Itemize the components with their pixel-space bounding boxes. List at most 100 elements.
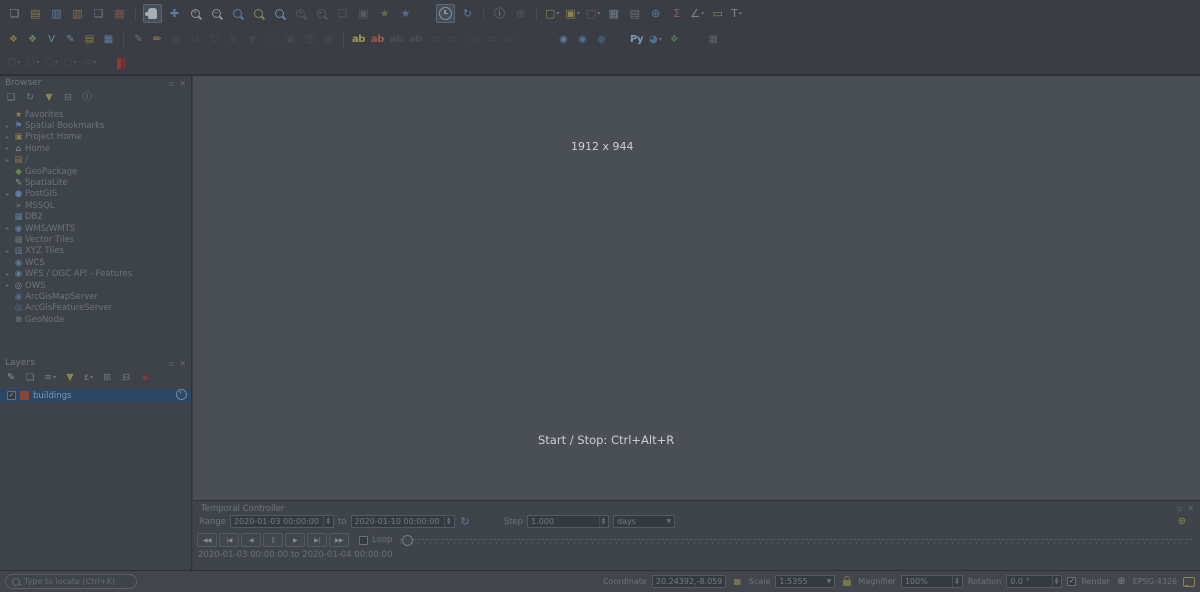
spin-down-icon[interactable]: ▼ [447, 522, 450, 526]
measure-icon[interactable]: ∠▾ [689, 5, 705, 22]
browser-item-arcgismapserver[interactable]: ◉ArcGisMapServer [0, 291, 191, 302]
zoom-in-icon[interactable]: + [187, 5, 204, 22]
browser-item-wfs-ogc-api-features[interactable]: ▸◉WFS / OGC API - Features [0, 268, 191, 279]
map-tips-icon[interactable]: ▭ [709, 5, 726, 22]
jump-to-end-button[interactable]: ▶▶ [329, 533, 349, 547]
panel-splitter[interactable]: ··· [0, 349, 191, 356]
magnifier-input[interactable]: 100% ▲▼ [901, 575, 963, 588]
save-edits-icon[interactable]: ▥ [169, 32, 184, 47]
collapse-all-layers-icon[interactable]: ⊟ [120, 372, 132, 384]
spin-down-icon[interactable]: ▼ [326, 522, 329, 526]
text-annotation-icon[interactable]: T▾ [730, 5, 743, 22]
processing-toolbox-icon[interactable]: ⊛ [647, 5, 664, 22]
render-checkbox[interactable]: ✓ [1067, 577, 1076, 586]
browser-item-home[interactable]: ▸⌂Home [0, 143, 191, 154]
coordinate-input[interactable]: 20.24392,-8.05971 [652, 575, 726, 588]
pin-labels-icon[interactable]: ab [389, 32, 404, 47]
jump-to-start-button[interactable]: ◀◀ [197, 533, 217, 547]
open-field-calculator-icon[interactable]: ▤ [626, 5, 643, 22]
refresh-map-icon[interactable]: ↻ [459, 5, 476, 22]
float-panel-icon[interactable]: ▫ [169, 79, 174, 88]
add-raster-layer-icon[interactable]: V [44, 32, 59, 47]
vertex-tool-icon[interactable]: ▢▾ [6, 56, 21, 71]
time-slider[interactable] [400, 534, 1192, 546]
expand-arrow-icon[interactable]: ▸ [3, 248, 12, 255]
select-by-value-icon[interactable]: ▣▾ [564, 5, 580, 22]
expand-arrow-icon[interactable]: ▸ [3, 157, 12, 164]
deselect-features-icon[interactable]: ▢▾ [585, 5, 601, 22]
new-project-icon[interactable]: ❏ [6, 5, 23, 22]
combo-arrow-icon[interactable]: ▼ [824, 578, 832, 585]
add-feature-icon[interactable]: ⊞ [226, 32, 241, 47]
plugin-manager-icon[interactable]: ❖ [667, 32, 682, 47]
pan-map-icon[interactable] [143, 4, 162, 23]
diagram-icon[interactable]: ▭ [484, 32, 499, 47]
browser-item-arcgisfeatureserver[interactable]: ◎ArcGisFeatureServer [0, 303, 191, 314]
combo-arrow-icon[interactable]: ▼ [663, 518, 671, 525]
map-themes-icon[interactable]: ≡▾ [43, 372, 57, 384]
zoom-to-selection-icon[interactable] [250, 5, 267, 22]
spinner-arrows-icon[interactable]: ▲▼ [599, 516, 605, 527]
layer-visibility-checkbox[interactable]: ✓ [7, 391, 16, 400]
open-project-icon[interactable]: ▤ [27, 5, 44, 22]
browser-item-spatialite[interactable]: ✎SpatiaLite [0, 177, 191, 188]
circle-2points-icon[interactable]: ○▾ [25, 56, 40, 71]
properties-widget-icon[interactable]: ⓘ [81, 92, 93, 104]
zoom-next-icon[interactable]: ▸ [313, 5, 330, 22]
expand-arrow-icon[interactable]: ▸ [3, 123, 12, 130]
layer-styling-icon[interactable]: ✎ [5, 372, 17, 384]
delete-selected-icon[interactable]: ▢ [264, 32, 279, 47]
remove-layer-icon[interactable]: ▪ [139, 372, 151, 384]
paste-features-icon[interactable]: ▦ [321, 32, 336, 47]
processing-history-icon[interactable]: ◕▾ [648, 32, 663, 47]
zoom-last-icon[interactable]: ◂ [292, 5, 309, 22]
crs-icon[interactable]: ⊕ [1115, 576, 1128, 587]
diagram-options-icon[interactable]: ▭ [503, 32, 518, 47]
range-start-input[interactable]: 2020-01-03 00:00:00 ▲▼ [230, 515, 334, 528]
browser-item-geonode[interactable]: ⊛GeoNode [0, 314, 191, 325]
spinner-arrows-icon[interactable]: ▲▼ [1052, 576, 1058, 587]
spinner-arrows-icon[interactable]: ▲▼ [952, 576, 958, 587]
save-project-icon[interactable]: ▥ [48, 5, 65, 22]
temporal-controller-icon[interactable] [436, 4, 455, 23]
browser-item-wms-wmts[interactable]: ▸◉WMS/WMTS [0, 223, 191, 234]
new-map-view-icon[interactable]: ❏ [334, 5, 351, 22]
statistics-grid-icon[interactable]: ▦ [706, 32, 721, 47]
spin-down-icon[interactable]: ▼ [955, 582, 958, 586]
add-vector-layer-icon[interactable]: ❖ [25, 32, 40, 47]
python-console-icon[interactable]: Py [629, 32, 644, 47]
filter-browser-icon[interactable]: ▼ [43, 92, 55, 104]
add-selected-layers-icon[interactable]: ❏ [5, 92, 17, 104]
spinner-arrows-icon[interactable]: ▲▼ [444, 516, 450, 527]
close-panel-icon[interactable]: ✕ [179, 359, 186, 368]
move-label-icon[interactable]: ▭ [427, 32, 442, 47]
cut-features-icon[interactable]: ▣ [283, 32, 298, 47]
highlight-pinned-labels-icon[interactable]: ab [408, 32, 423, 47]
add-group-icon[interactable]: ❏ [24, 372, 36, 384]
set-full-range-icon[interactable]: ↻ [461, 515, 470, 528]
copy-features-icon[interactable]: ▥ [302, 32, 317, 47]
range-end-input[interactable]: 2020-01-10 00:00:00 ▲▼ [351, 515, 455, 528]
lock-scale-icon[interactable] [840, 577, 853, 586]
browser-item-vector-tiles[interactable]: ▦Vector Tiles [0, 234, 191, 245]
pan-to-selection-icon[interactable]: ✚ [166, 5, 183, 22]
browser-item-mssql[interactable]: »MSSQL [0, 200, 191, 211]
browser-item-xyz-tiles[interactable]: ▸▥XYZ Tiles [0, 246, 191, 257]
ellipse-tool-icon[interactable]: ○▾ [63, 56, 78, 71]
expand-arrow-icon[interactable]: ▸ [3, 271, 12, 278]
zoom-full-icon[interactable] [229, 5, 246, 22]
browser-item-ows[interactable]: ▸◎OWS [0, 280, 191, 291]
step-forward-button[interactable]: ▶| [307, 533, 327, 547]
layer-row[interactable]: ✓buildings [0, 389, 191, 402]
expand-arrow-icon[interactable]: ▸ [3, 225, 12, 232]
play-backward-button[interactable]: ◀ [241, 533, 261, 547]
step-input[interactable]: 1.000 ▲▼ [527, 515, 609, 528]
loop-checkbox[interactable] [359, 536, 368, 545]
expand-arrow-icon[interactable]: ▸ [3, 134, 12, 141]
float-panel-icon[interactable]: ▫ [169, 359, 174, 368]
qgis-hub-icon[interactable]: ● [594, 32, 609, 47]
scale-combo[interactable]: 1:5355 ▼ [775, 575, 835, 588]
browser-item-wcs[interactable]: ◉WCS [0, 257, 191, 268]
rotate-label-icon[interactable]: ▭ [446, 32, 461, 47]
new-print-layout-icon[interactable]: ❏ [90, 5, 107, 22]
